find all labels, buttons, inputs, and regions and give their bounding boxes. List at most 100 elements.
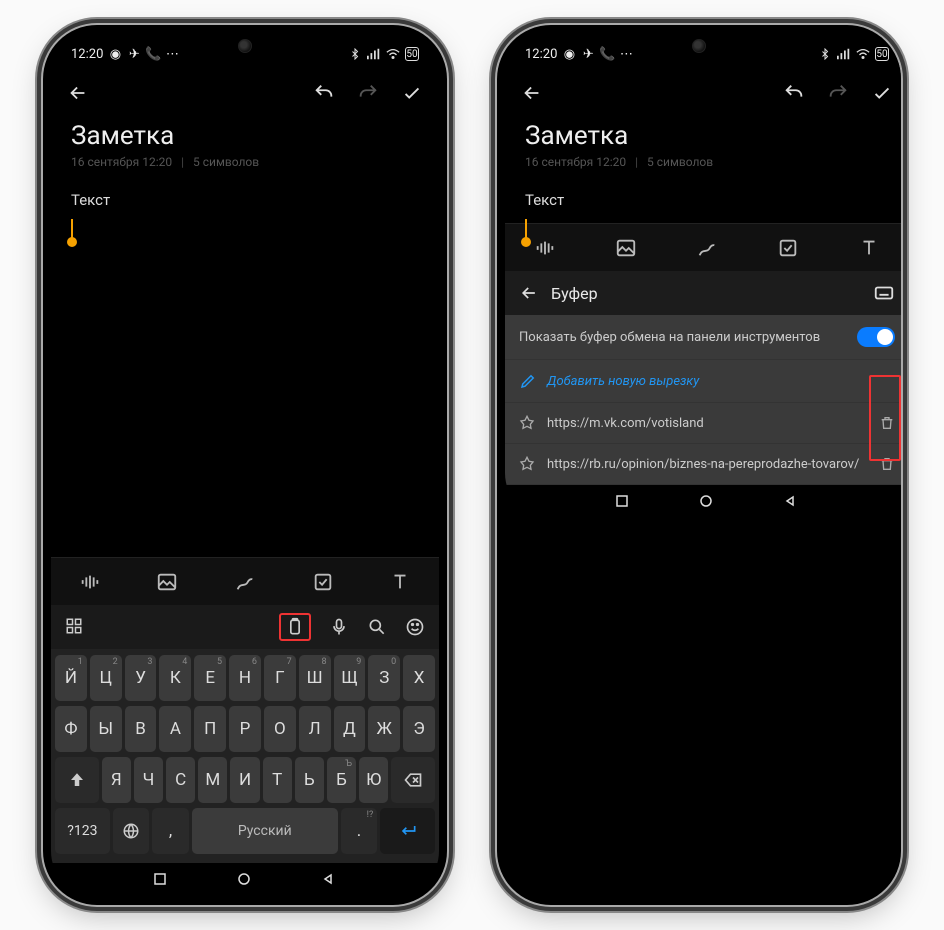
enter-key[interactable] [380,808,435,854]
nav-bar [505,485,901,519]
note-text: Текст [525,191,889,209]
clipboard-panel: Показать буфер обмена на панели инструме… [505,315,901,485]
bluetooth-icon [818,47,832,61]
image-icon[interactable] [156,571,178,593]
nav-back-icon[interactable] [322,873,336,887]
key-Ц[interactable]: Ц2 [90,655,122,701]
key-Ч[interactable]: Ч [134,757,163,803]
key-Х[interactable]: Х [403,655,435,701]
key-Э[interactable]: Э [403,706,435,752]
note-title[interactable]: Заметка [525,121,889,151]
search-icon[interactable] [367,617,387,637]
key-Ы[interactable]: Ы [90,706,122,752]
status-call-icon: 📞 [600,47,614,61]
checklist-icon[interactable] [777,237,799,259]
key-Е[interactable]: Е5 [194,655,226,701]
space-key[interactable]: Русский [192,808,338,854]
key-И[interactable]: И [230,757,259,803]
nav-recent-icon[interactable] [154,873,168,887]
key-Д[interactable]: Д [334,706,366,752]
back-icon[interactable] [67,82,89,104]
clipboard-item[interactable]: https://m.vk.com/votisland [505,403,901,444]
comma-key[interactable]: , [152,808,189,854]
undo-icon[interactable] [783,82,805,104]
mic-icon[interactable] [329,617,349,637]
back-icon[interactable] [521,82,543,104]
nav-back-icon[interactable] [784,495,798,509]
key-В[interactable]: В [125,706,157,752]
key-Ф[interactable]: Ф [55,706,87,752]
text-format-icon[interactable] [858,237,880,259]
backspace-key[interactable] [391,757,435,803]
key-У[interactable]: У3 [125,655,157,701]
voice-wave-icon[interactable] [79,571,101,593]
note-header: Заметка 16 сентября 12:20 | 5 символов [51,117,439,177]
key-П[interactable]: П [194,706,226,752]
note-title[interactable]: Заметка [71,121,419,151]
keyboard-toolbar [51,605,439,649]
key-Ж[interactable]: Ж [368,706,400,752]
delete-icon[interactable] [879,415,895,431]
key-Й[interactable]: Й1 [55,655,87,701]
globe-key[interactable] [113,808,150,854]
clipboard-toggle[interactable] [857,327,895,347]
key-Ю[interactable]: Ю [359,757,388,803]
key-Б[interactable]: БЪ [327,757,356,803]
text-format-icon[interactable] [389,571,411,593]
key-Н[interactable]: Н6 [229,655,261,701]
key-А[interactable]: А [159,706,191,752]
undo-icon[interactable] [313,82,335,104]
key-О[interactable]: О [264,706,296,752]
clipboard-item-text: https://rb.ru/opinion/biznes-na-pereprod… [547,457,859,472]
nav-home-icon[interactable] [700,495,714,509]
clipboard-title: Буфер [551,284,598,303]
key-Я[interactable]: Я [102,757,131,803]
delete-icon[interactable] [879,456,895,472]
period-key[interactable]: .!? [341,808,378,854]
redo-icon[interactable] [357,82,379,104]
image-icon[interactable] [615,237,637,259]
clipboard-button-highlighted[interactable] [279,613,311,641]
key-Щ[interactable]: Щ9 [334,655,366,701]
key-Р[interactable]: Р [229,706,261,752]
key-Г[interactable]: Г7 [264,655,296,701]
key-Ш[interactable]: Ш8 [299,655,331,701]
shift-key[interactable] [55,757,99,803]
draw-icon[interactable] [234,571,256,593]
key-К[interactable]: К4 [159,655,191,701]
redo-icon[interactable] [827,82,849,104]
clipboard-header: Буфер [505,271,901,315]
camera-cutout [238,39,252,53]
note-text: Текст [71,191,419,209]
key-Л[interactable]: Л [299,706,331,752]
battery-icon: 50 [875,47,889,61]
emoji-icon[interactable] [405,617,425,637]
key-З[interactable]: З0 [368,655,400,701]
key-Т[interactable]: Т [263,757,292,803]
key-row-3: ЯЧСМИТЬБЪЮ [55,757,435,803]
apps-grid-icon[interactable] [65,617,85,637]
voice-wave-icon[interactable] [534,237,556,259]
key-row-2: ФЫВАПРОЛДЖЭ [55,706,435,752]
nav-home-icon[interactable] [238,873,252,887]
confirm-icon[interactable] [401,82,423,104]
key-М[interactable]: М [198,757,227,803]
pin-icon[interactable] [519,415,535,431]
pin-icon[interactable] [519,456,535,472]
symbols-key[interactable]: ?123 [55,808,110,854]
nav-recent-icon[interactable] [616,495,630,509]
confirm-icon[interactable] [871,82,893,104]
clipboard-item[interactable]: https://rb.ru/opinion/biznes-na-pereprod… [505,444,901,485]
keyboard-toggle-icon[interactable] [873,282,895,304]
key-Ь[interactable]: Ь [295,757,324,803]
draw-icon[interactable] [696,237,718,259]
clipboard-add-row[interactable]: Добавить новую вырезку [505,360,901,403]
note-content[interactable]: Текст [51,177,439,557]
checklist-icon[interactable] [312,571,334,593]
bluetooth-icon [348,47,362,61]
clipboard-back-icon[interactable] [519,283,539,303]
app-bar [505,69,901,117]
status-more-icon: ⋯ [165,47,179,61]
note-content[interactable]: Текст [505,177,901,223]
key-С[interactable]: С [166,757,195,803]
